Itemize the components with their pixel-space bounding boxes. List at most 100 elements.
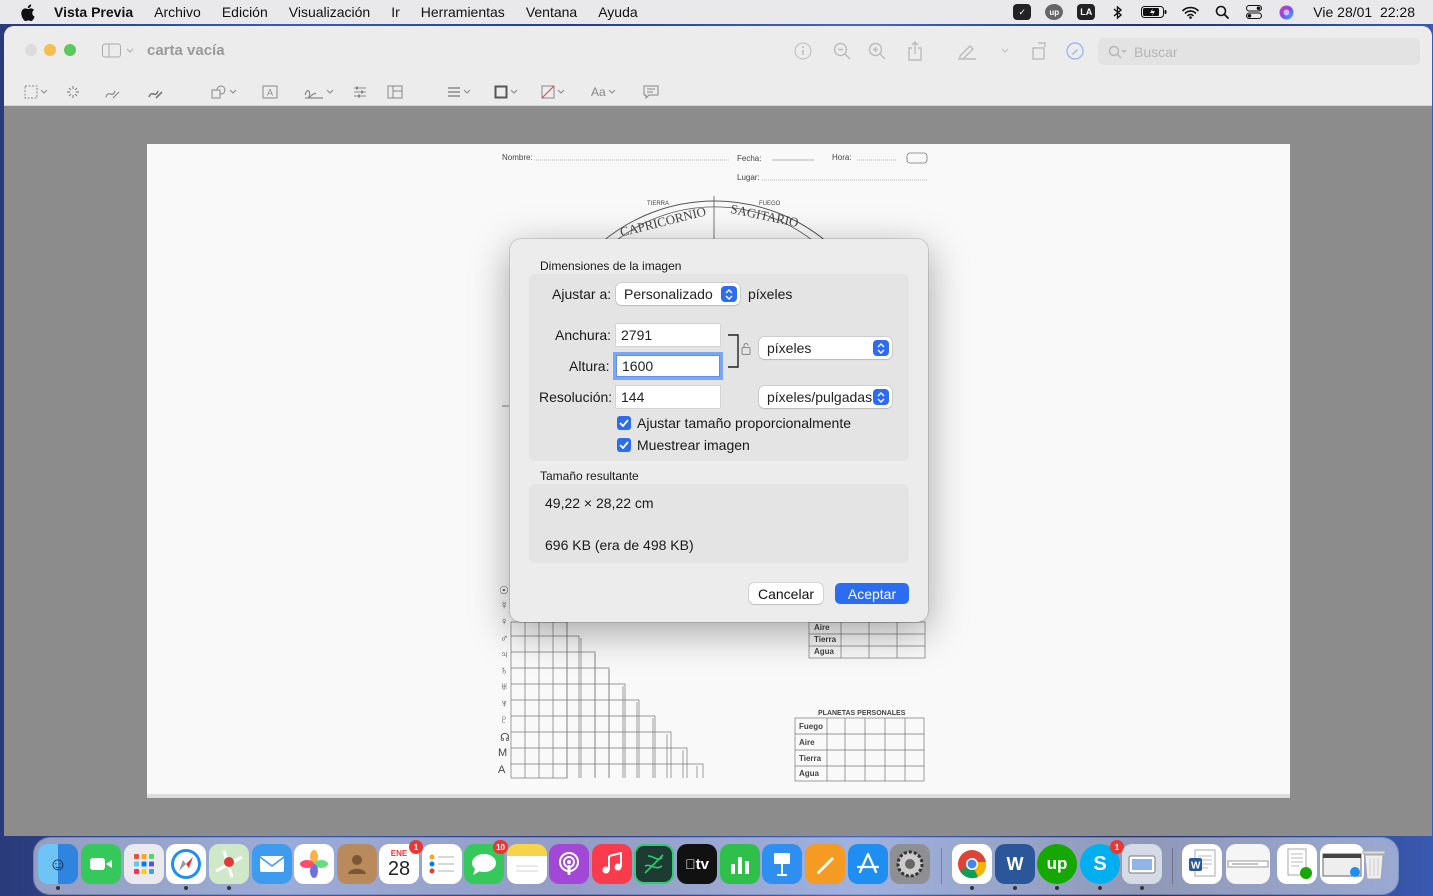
menubar-clock[interactable]: Vie 28/01 22:28 [1313, 4, 1415, 20]
instant-alpha-button[interactable] [66, 83, 80, 101]
sign-button[interactable] [304, 83, 334, 101]
contacts-icon[interactable] [337, 844, 377, 884]
input-source-icon[interactable]: LA [1077, 4, 1096, 20]
menu-herramientas[interactable]: Herramientas [421, 4, 505, 20]
wifi-icon[interactable] [1181, 4, 1199, 20]
mail-icon[interactable] [252, 844, 292, 884]
menu-ir[interactable]: Ir [391, 4, 400, 20]
adjust-color-button[interactable] [353, 83, 367, 101]
markup-pen-icon[interactable] [956, 40, 978, 62]
resample-label[interactable]: Muestrear imagen [637, 437, 750, 453]
page-edge [147, 794, 1290, 798]
rotate-icon[interactable] [1028, 40, 1050, 62]
menu-ayuda[interactable]: Ayuda [598, 4, 637, 20]
preview-icon[interactable] [1122, 844, 1162, 890]
info-icon[interactable] [792, 40, 814, 62]
calendar-icon[interactable]: ENE 28 1 [379, 840, 423, 884]
window-close-button[interactable] [25, 44, 37, 56]
numbers-icon[interactable] [720, 844, 760, 884]
reminders-icon[interactable] [422, 844, 462, 884]
system-preferences-icon[interactable] [890, 844, 930, 884]
text-tool-button[interactable]: A [262, 83, 278, 101]
border-color-icon [494, 85, 508, 99]
podcasts-icon[interactable] [549, 844, 589, 884]
sketch-tool-button[interactable] [105, 83, 121, 101]
bluetooth-icon[interactable] [1109, 4, 1127, 20]
upwork-dock-icon[interactable]: up [1037, 844, 1077, 890]
pages-icon[interactable] [805, 844, 845, 884]
resample-checkbox[interactable] [617, 438, 631, 452]
section-title-dimensions: Dimensiones de la imagen [540, 259, 682, 273]
lock-icon[interactable] [741, 342, 751, 355]
share-icon[interactable] [904, 40, 926, 62]
adjust-size-button[interactable] [387, 83, 403, 101]
menu-visualizacion[interactable]: Visualización [289, 4, 370, 20]
trash-icon[interactable] [1354, 844, 1394, 884]
menu-app-name[interactable]: Vista Previa [54, 4, 133, 20]
planet-symbol: ♅ [500, 681, 509, 693]
control-center-icon[interactable] [1245, 4, 1263, 20]
resolution-unit-popup[interactable]: píxeles/pulgadas [759, 386, 892, 408]
upwork-icon[interactable]: up [1045, 4, 1064, 20]
zoom-in-icon[interactable] [866, 40, 888, 62]
line-style-icon [448, 87, 460, 97]
siri-icon[interactable] [1277, 4, 1295, 20]
scrivener-icon[interactable] [634, 844, 674, 884]
fit-popup[interactable]: Personalizado [616, 283, 740, 305]
facetime-icon[interactable] [81, 844, 121, 884]
app-store-icon[interactable] [848, 844, 888, 884]
height-field[interactable]: 1600 [616, 355, 720, 377]
selection-tool-button[interactable] [24, 83, 48, 101]
unit-popup[interactable]: píxeles [759, 337, 892, 359]
menu-archivo[interactable]: Archivo [154, 4, 201, 20]
table-b-row-label: Fuego [799, 722, 823, 731]
planet-symbol: ♀ [500, 616, 509, 628]
checkbox-icon[interactable]: ✓ [1013, 4, 1032, 20]
markup-icon[interactable] [1064, 40, 1086, 62]
notes-icon[interactable] [507, 844, 547, 884]
menu-ventana[interactable]: Ventana [526, 4, 577, 20]
chrome-icon[interactable] [952, 844, 992, 890]
ok-button[interactable]: Aceptar [835, 583, 909, 604]
apple-tv-icon[interactable]: tv [677, 844, 717, 884]
safari-icon[interactable] [166, 844, 206, 890]
window-maximize-button[interactable] [64, 44, 76, 56]
file-thumbnail[interactable] [1226, 844, 1270, 884]
search-field[interactable]: Buscar [1098, 38, 1420, 65]
launchpad-icon[interactable] [124, 844, 164, 884]
menu-edicion[interactable]: Edición [222, 4, 268, 20]
doc-nombre-label: Nombre: [502, 153, 533, 162]
table-b-row-label: Tierra [799, 754, 822, 763]
note-button[interactable] [643, 83, 659, 101]
document-thumbnail[interactable] [1277, 844, 1317, 884]
word-document-thumbnail[interactable]: W [1182, 844, 1222, 884]
fit-value: Personalizado [624, 286, 713, 302]
width-field[interactable]: 2791 [616, 324, 720, 346]
apple-menu-icon[interactable] [18, 3, 36, 21]
scale-proportionally-label[interactable]: Ajustar tamaño proporcionalmente [637, 415, 851, 431]
cancel-button[interactable]: Cancelar [749, 583, 823, 604]
draw-tool-button[interactable] [148, 83, 164, 101]
skype-icon[interactable]: S 1 [1080, 840, 1124, 890]
music-icon[interactable] [592, 844, 632, 884]
word-icon[interactable]: W [995, 844, 1035, 890]
keynote-icon[interactable] [762, 844, 802, 884]
text-style-button[interactable]: Aa [591, 83, 616, 101]
resolution-field[interactable]: 144 [616, 386, 720, 408]
border-color-button[interactable] [494, 83, 518, 101]
shapes-button[interactable] [211, 83, 237, 101]
fill-color-button[interactable] [541, 83, 565, 101]
battery-icon[interactable] [1141, 4, 1167, 20]
zoom-out-icon[interactable] [831, 40, 853, 62]
sidebar-toggle-button[interactable] [102, 42, 134, 60]
shape-style-button[interactable] [447, 83, 471, 101]
spotlight-icon[interactable] [1213, 4, 1231, 20]
finder-icon[interactable]: ☺ [38, 844, 78, 890]
chevron-down-icon[interactable] [994, 40, 1016, 62]
scale-proportionally-checkbox[interactable] [617, 416, 631, 430]
window-minimize-button[interactable] [44, 44, 56, 56]
planet-symbol: ☊ [500, 732, 510, 744]
maps-icon[interactable] [209, 844, 249, 890]
photos-icon[interactable] [294, 844, 334, 884]
messages-icon[interactable]: 10 [464, 840, 508, 884]
